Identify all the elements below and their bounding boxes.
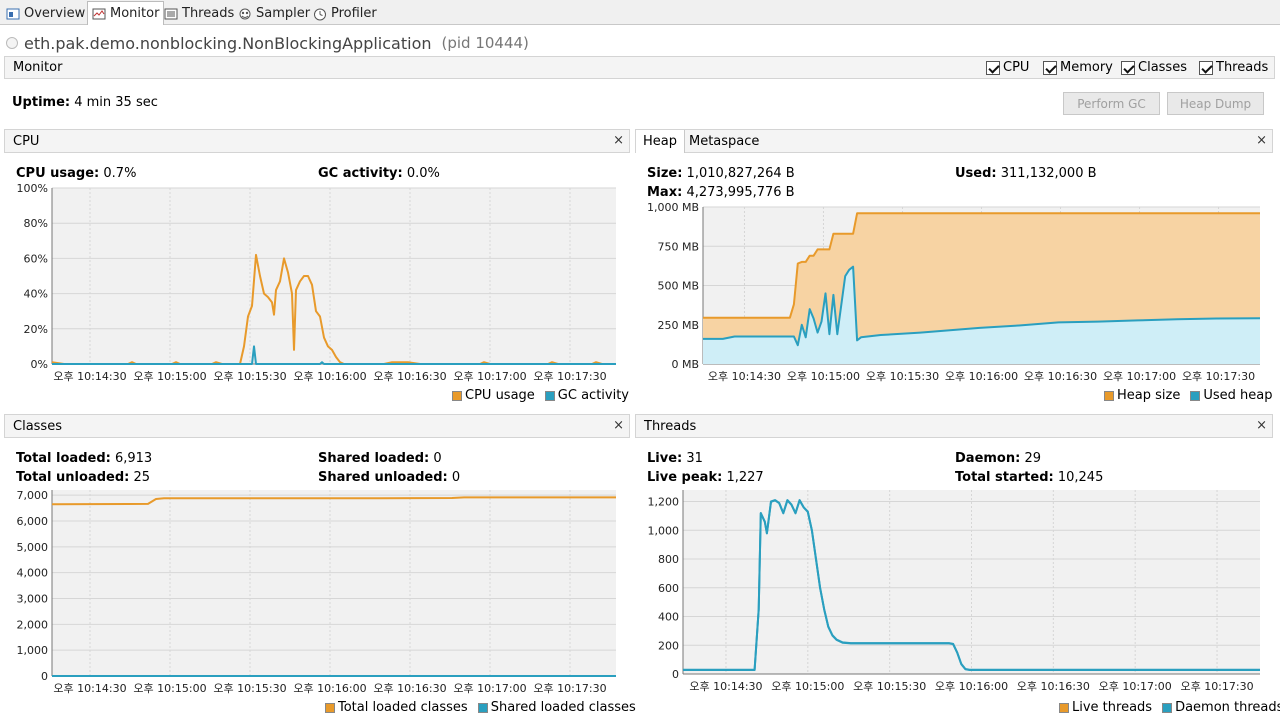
classes-y-tick-label: 2,000 [17, 618, 49, 631]
heap-y-tick-label: 1,000 MB [647, 201, 699, 214]
classes-y-tick-label: 0 [41, 670, 48, 683]
classes-x-tick-label: 오후 10:15:30 [213, 682, 286, 695]
cpu-y-tick-label: 0% [31, 358, 48, 371]
classes-y-tick-label: 5,000 [17, 541, 49, 554]
threads-y-tick-label: 1,200 [648, 496, 680, 509]
heap-x-tick-label: 오후 10:17:00 [1103, 370, 1176, 383]
threads-x-tick-label: 오후 10:17:30 [1180, 680, 1253, 693]
cpu-y-tick-label: 20% [24, 323, 48, 336]
classes-x-tick-label: 오후 10:15:00 [133, 682, 206, 695]
classes-x-tick-label: 오후 10:17:00 [453, 682, 526, 695]
heap-x-tick-label: 오후 10:16:00 [945, 370, 1018, 383]
classes-x-tick-label: 오후 10:17:30 [533, 682, 606, 695]
heap-y-tick-label: 0 MB [671, 358, 699, 371]
classes-y-tick-label: 4,000 [17, 567, 49, 580]
threads-y-tick-label: 1,000 [648, 524, 680, 537]
threads-y-tick-label: 200 [658, 639, 679, 652]
heap-x-tick-label: 오후 10:16:30 [1024, 370, 1097, 383]
threads-x-tick-label: 오후 10:14:30 [689, 680, 762, 693]
threads-x-tick-label: 오후 10:17:00 [1099, 680, 1172, 693]
threads-y-tick-label: 0 [672, 668, 679, 681]
heap-y-tick-label: 500 MB [657, 280, 699, 293]
classes-y-tick-label: 7,000 [17, 489, 49, 502]
classes-y-tick-label: 6,000 [17, 515, 49, 528]
cpu-y-tick-label: 100% [17, 182, 48, 195]
classes-x-tick-label: 오후 10:16:00 [293, 682, 366, 695]
cpu-x-tick-label: 오후 10:17:30 [533, 370, 606, 383]
threads-y-tick-label: 600 [658, 582, 679, 595]
classes-x-tick-label: 오후 10:14:30 [53, 682, 126, 695]
classes-plot-area [52, 490, 616, 676]
threads-y-tick-label: 400 [658, 611, 679, 624]
cpu-x-tick-label: 오후 10:14:30 [53, 370, 126, 383]
cpu-x-tick-label: 오후 10:15:00 [133, 370, 206, 383]
heap-y-tick-label: 750 MB [657, 240, 699, 253]
heap-x-tick-label: 오후 10:15:00 [787, 370, 860, 383]
threads-x-tick-label: 오후 10:15:30 [853, 680, 926, 693]
threads-y-tick-label: 800 [658, 553, 679, 566]
cpu-y-tick-label: 80% [24, 217, 48, 230]
cpu-x-tick-label: 오후 10:16:30 [373, 370, 446, 383]
classes-y-tick-label: 1,000 [17, 644, 49, 657]
cpu-plot-area [52, 188, 616, 364]
threads-x-tick-label: 오후 10:15:00 [771, 680, 844, 693]
threads-x-tick-label: 오후 10:16:30 [1017, 680, 1090, 693]
heap-y-tick-label: 250 MB [657, 319, 699, 332]
heap-x-tick-label: 오후 10:17:30 [1182, 370, 1255, 383]
classes-y-tick-label: 3,000 [17, 593, 49, 606]
monitor-charts: 100% 80% 60% 40% 20% 0% 오후 10:14:30 오후 10:15:00… [17, 182, 1261, 695]
cpu-y-tick-label: 60% [24, 252, 48, 265]
cpu-x-tick-label: 오후 10:17:00 [453, 370, 526, 383]
cpu-x-tick-label: 오후 10:16:00 [293, 370, 366, 383]
cpu-x-tick-label: 오후 10:15:30 [213, 370, 286, 383]
threads-x-tick-label: 오후 10:16:00 [935, 680, 1008, 693]
heap-x-tick-label: 오후 10:15:30 [866, 370, 939, 383]
cpu-y-tick-label: 40% [24, 288, 48, 301]
heap-x-tick-label: 오후 10:14:30 [708, 370, 781, 383]
classes-x-tick-label: 오후 10:16:30 [373, 682, 446, 695]
